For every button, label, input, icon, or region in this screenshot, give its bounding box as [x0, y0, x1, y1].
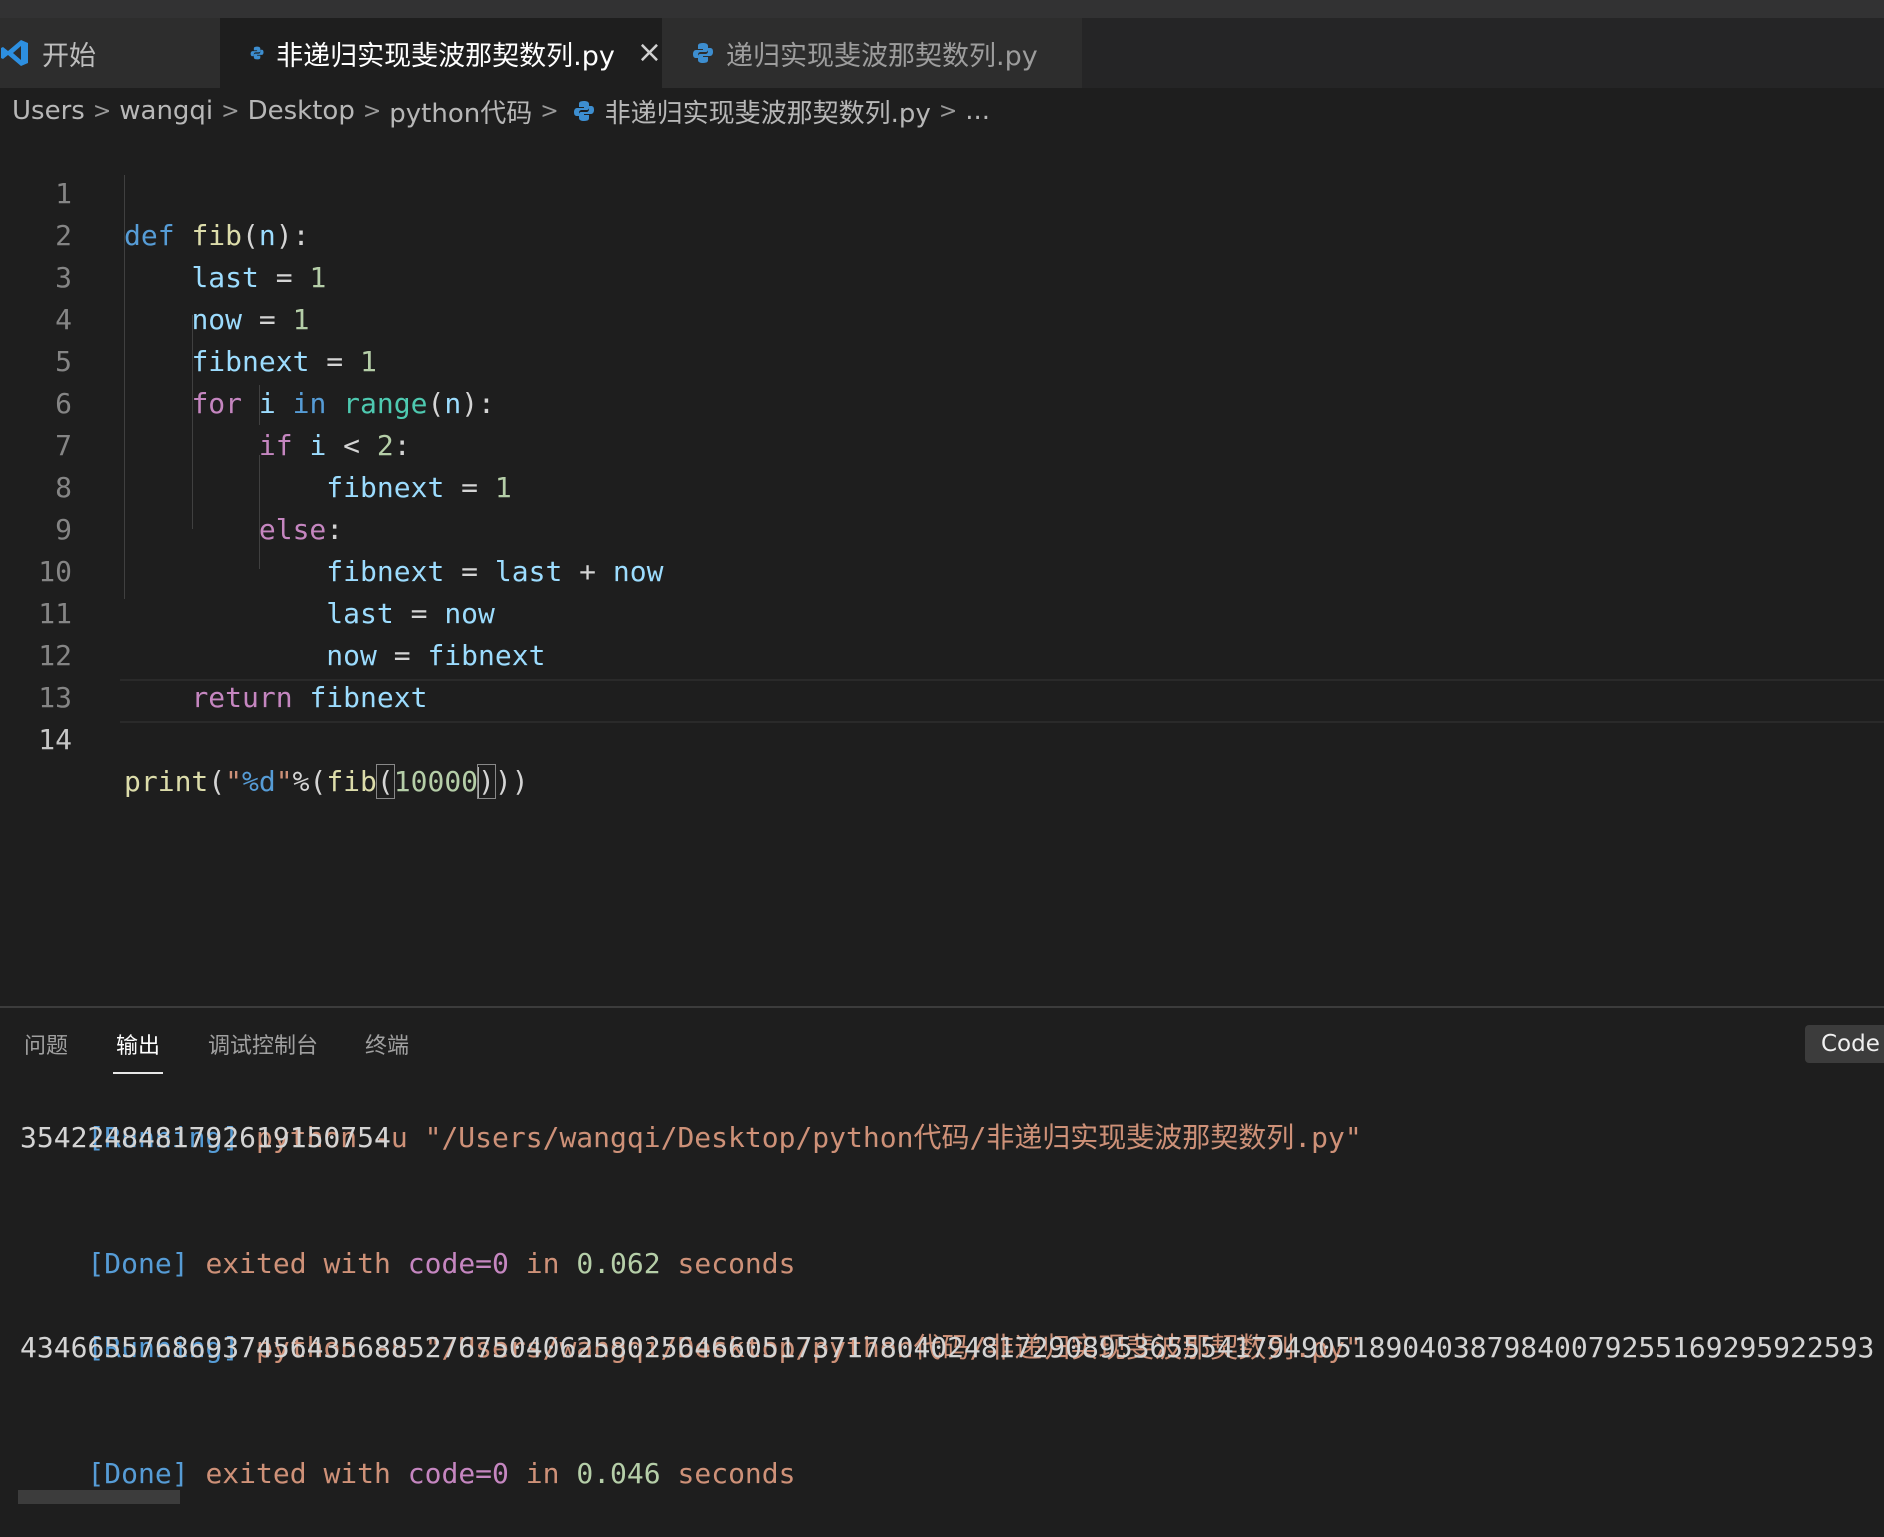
- output-panel[interactable]: [Running] python -u "/Users/wangqi/Deskt…: [0, 1075, 1884, 1495]
- run-command: python -u "/Users/wangqi/Desktop/python代…: [239, 1121, 1362, 1154]
- number: 10000: [393, 765, 479, 798]
- program-output: 4346655768693745643568852767504062580256…: [20, 1331, 1875, 1364]
- code-line: 11 now = fibnext: [0, 551, 1884, 672]
- editor-tab-bar: 开始 非递归实现斐波那契数列.py × 递归实现斐波那契数列.py: [0, 18, 1884, 88]
- breadcrumb-item[interactable]: 非递归实现斐波那契数列.py: [605, 93, 931, 130]
- done-text: in: [508, 1457, 577, 1490]
- exit-code: code=0: [407, 1247, 509, 1280]
- breadcrumb-item[interactable]: ...: [965, 96, 990, 126]
- tab-debug-console[interactable]: 调试控制台: [208, 1028, 318, 1060]
- output-line: [Done] exited with code=0 in 0.046 secon…: [20, 1411, 795, 1490]
- code-line: 2 last = 1: [0, 173, 1884, 294]
- code-line: 7 fibnext = 1: [0, 383, 1884, 504]
- breadcrumb-item[interactable]: wangqi: [119, 96, 213, 126]
- output-line: [Running] python -u "/Users/wangqi/Deskt…: [20, 1285, 1361, 1364]
- program-output: 3542248481792619150754: [20, 1121, 391, 1154]
- python-icon: [693, 43, 713, 63]
- code-line: 4 fibnext = 1: [0, 257, 1884, 378]
- done-text: exited with: [188, 1247, 408, 1280]
- code-line: 8 else:: [0, 425, 1884, 546]
- done-text: exited with: [188, 1457, 408, 1490]
- code-line: 12 return fibnext: [0, 593, 1884, 714]
- elapsed-time: 0.046: [576, 1457, 661, 1490]
- chevron-right-icon: >: [221, 98, 240, 124]
- status-item: [18, 1490, 180, 1504]
- tab-label: 开始: [42, 40, 96, 72]
- punct: )): [494, 765, 529, 798]
- tab-recursive-fib[interactable]: 递归实现斐波那契数列.py: [662, 18, 1082, 88]
- string: ": [275, 765, 293, 798]
- breadcrumb: Users > wangqi > Desktop > python代码 > 非递…: [0, 88, 1884, 134]
- tab-label: 递归实现斐波那契数列.py: [726, 40, 1038, 72]
- line-number: 14: [38, 723, 72, 756]
- tab-label: 非递归实现斐波那契数列.py: [276, 40, 615, 72]
- code-editor[interactable]: 1 def fib(n): 2 last = 1 3 now = 1 4 fib…: [0, 131, 1884, 1001]
- punct: (: [375, 764, 395, 799]
- code-line: 13: [0, 635, 1884, 714]
- tab-nonrecursive-fib[interactable]: 非递归实现斐波那契数列.py ×: [220, 18, 662, 88]
- elapsed-time: 0.062: [576, 1247, 661, 1280]
- done-text: seconds: [660, 1457, 796, 1490]
- done-tag: [Done]: [87, 1247, 189, 1280]
- code-line: 5 for i in range(n):: [0, 299, 1884, 420]
- tab-start[interactable]: 开始: [0, 18, 220, 88]
- string: ": [225, 765, 243, 798]
- panel-tab-bar: 问题 输出 调试控制台 终端: [0, 1008, 1884, 1072]
- title-bar: [0, 0, 1884, 18]
- chevron-right-icon: >: [540, 98, 559, 124]
- tab-problems[interactable]: 问题: [24, 1028, 68, 1060]
- output-line: [Done] exited with code=0 in 0.062 secon…: [20, 1201, 795, 1280]
- punct: ): [477, 764, 496, 799]
- code-line: 10 last = now: [0, 509, 1884, 630]
- punct: (: [208, 765, 226, 798]
- done-tag: [Done]: [87, 1457, 189, 1490]
- function-name: fib: [326, 765, 377, 798]
- breadcrumb-item[interactable]: Desktop: [248, 96, 355, 126]
- done-text: seconds: [660, 1247, 796, 1280]
- python-icon: [573, 101, 594, 121]
- tab-output[interactable]: 输出: [116, 1028, 160, 1060]
- chevron-right-icon: >: [938, 98, 958, 124]
- operator: %(: [292, 765, 327, 798]
- breadcrumb-item[interactable]: python代码: [389, 93, 532, 130]
- active-tab-indicator: [113, 1072, 163, 1074]
- code-line: 9 fibnext = last + now: [0, 467, 1884, 588]
- vscode-logo-icon: [1, 40, 28, 66]
- python-icon: [250, 46, 264, 60]
- code-line: 1 def fib(n):: [0, 131, 1884, 252]
- close-icon[interactable]: ×: [637, 38, 662, 68]
- output-line: [Running] python -u "/Users/wangqi/Deskt…: [20, 1075, 1361, 1154]
- exit-code: code=0: [407, 1457, 509, 1490]
- tab-terminal[interactable]: 终端: [365, 1028, 409, 1060]
- code-line-current: 14 print("%d"%(fib(10000))): [0, 677, 1884, 799]
- code-line: 6 if i < 2:: [0, 341, 1884, 462]
- format-spec: %d: [242, 765, 276, 798]
- breadcrumb-item[interactable]: Users: [12, 96, 85, 126]
- function-name: print: [124, 765, 209, 798]
- chevron-right-icon: >: [92, 98, 112, 124]
- output-channel-select[interactable]: Code: [1805, 1025, 1884, 1063]
- done-text: in: [508, 1247, 577, 1280]
- code-line: 3 now = 1: [0, 215, 1884, 336]
- chevron-right-icon: >: [362, 98, 382, 124]
